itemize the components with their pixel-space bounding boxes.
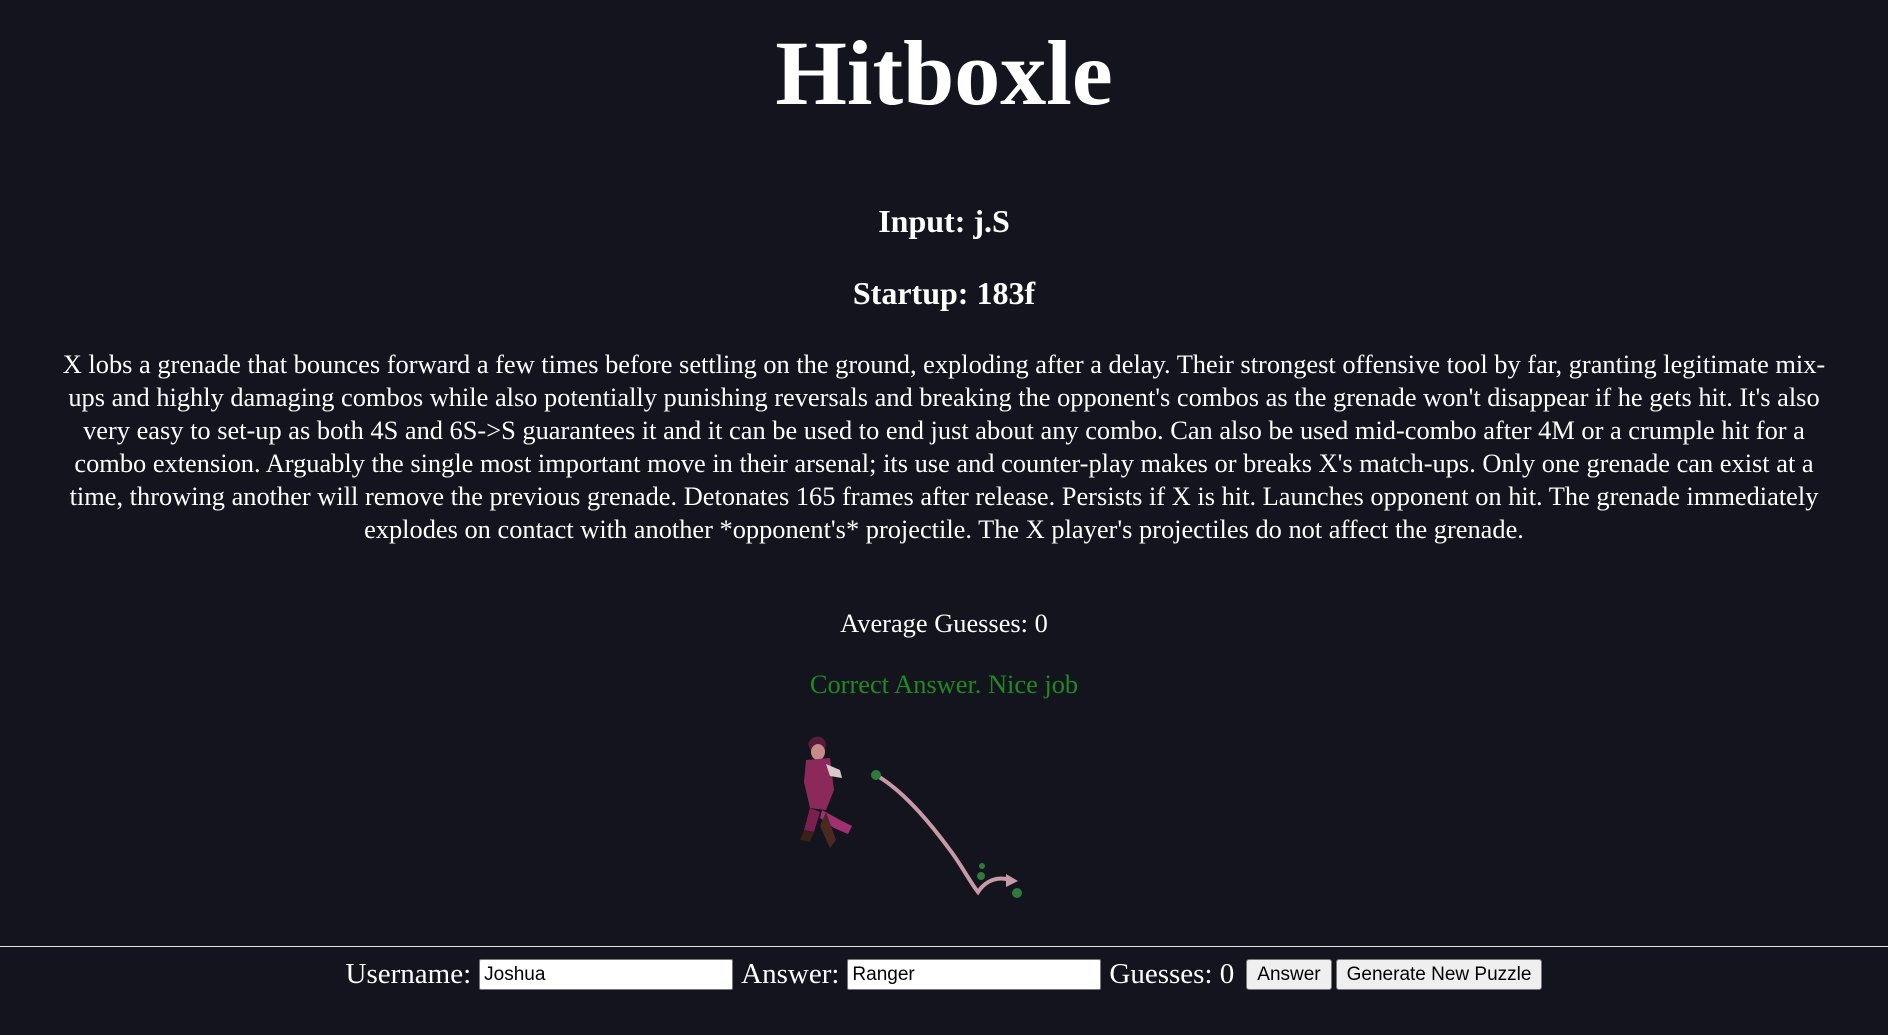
guess-form: Username: Answer: Guesses: 0 Answer Gene… xyxy=(0,958,1888,991)
generate-new-puzzle-button[interactable]: Generate New Puzzle xyxy=(1335,959,1543,990)
footer-divider xyxy=(0,946,1888,947)
move-startup: Startup: 183f xyxy=(0,275,1888,312)
character-sprite xyxy=(800,736,852,848)
average-guesses-label: Average Guesses: xyxy=(840,608,1029,638)
move-description: X lobs a grenade that bounces forward a … xyxy=(62,349,1826,544)
guesses-counter: Guesses: 0 xyxy=(1109,958,1234,991)
answer-button[interactable]: Answer xyxy=(1246,959,1332,990)
page-title: Hitboxle xyxy=(775,22,1113,124)
move-input-value: j.S xyxy=(973,203,1010,239)
answer-label: Answer: xyxy=(741,958,840,990)
answer-input[interactable] xyxy=(847,959,1102,990)
move-startup-label: Startup: xyxy=(852,275,969,311)
username-input[interactable] xyxy=(479,959,734,990)
move-animation-image xyxy=(800,736,1022,898)
move-startup-value: 183f xyxy=(976,275,1036,311)
trajectory-arrowhead xyxy=(1006,874,1018,887)
result-message: Correct Answer. Nice job xyxy=(809,669,1079,699)
username-label: Username: xyxy=(345,958,472,990)
average-guesses: Average Guesses: 0 xyxy=(0,608,1888,639)
page: Hitboxle Input: j.S Startup: 183f X lobs… xyxy=(0,0,1888,1035)
guesses-value: 0 xyxy=(1219,958,1235,990)
average-guesses-value: 0 xyxy=(1034,608,1048,638)
move-input-label: Input: xyxy=(878,203,966,239)
guesses-label: Guesses: xyxy=(1109,958,1213,990)
trajectory-arc xyxy=(872,772,1012,896)
move-input: Input: j.S xyxy=(0,203,1888,240)
